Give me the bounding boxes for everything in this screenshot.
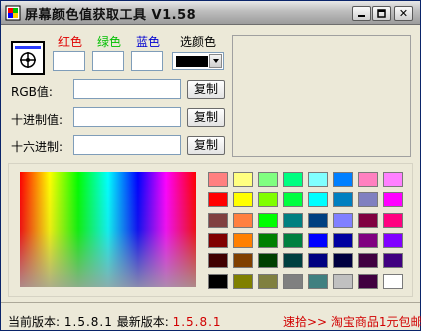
swatch-grid	[208, 172, 404, 290]
color-swatch[interactable]	[308, 253, 328, 269]
color-swatch[interactable]	[333, 273, 353, 289]
close-button[interactable]: ✕	[394, 6, 413, 21]
color-swatch[interactable]	[258, 212, 278, 228]
color-swatch[interactable]	[308, 232, 328, 248]
color-swatch[interactable]	[333, 192, 353, 208]
color-swatch[interactable]	[233, 232, 253, 248]
color-swatch[interactable]	[333, 253, 353, 269]
color-swatch[interactable]	[383, 212, 403, 228]
color-swatch[interactable]	[358, 273, 378, 289]
color-swatch[interactable]	[208, 232, 228, 248]
color-swatch[interactable]	[208, 273, 228, 289]
color-swatch[interactable]	[233, 253, 253, 269]
blue-value-field[interactable]	[131, 51, 163, 71]
copy-hex-button[interactable]: 复制	[187, 136, 225, 155]
color-swatch[interactable]	[258, 172, 278, 187]
decimal-label: 十进制值:	[11, 113, 64, 127]
color-spectrum[interactable]	[20, 172, 196, 287]
color-swatch[interactable]	[258, 232, 278, 248]
color-swatch[interactable]	[208, 192, 228, 208]
color-swatch[interactable]	[358, 172, 378, 187]
color-swatch[interactable]	[208, 172, 228, 187]
color-swatch[interactable]	[208, 212, 228, 228]
selected-color-swatch	[176, 56, 208, 67]
version-info: 当前版本: 1.5.8.1 最新版本: 1.5.8.1	[8, 313, 222, 330]
color-preview-panel	[232, 35, 411, 157]
color-swatch[interactable]	[233, 212, 253, 228]
color-swatch[interactable]	[208, 253, 228, 269]
latest-version-value: 1.5.8.1	[172, 315, 222, 329]
green-label: 绿色	[97, 35, 122, 49]
color-swatch[interactable]	[383, 273, 403, 289]
app-window: 屏幕颜色值获取工具 V1.58 ✕ 红色 绿色 蓝色 选颜色 RGB值: 复制 …	[0, 0, 421, 331]
color-swatch[interactable]	[333, 172, 353, 187]
rgb-value-field[interactable]	[73, 79, 181, 99]
window-title: 屏幕颜色值获取工具 V1.58	[25, 8, 197, 23]
latest-version-label: 最新版本:	[116, 315, 169, 329]
hex-label: 十六进制:	[11, 140, 64, 154]
color-swatch[interactable]	[358, 253, 378, 269]
copy-decimal-button[interactable]: 复制	[187, 108, 225, 127]
decimal-value-field[interactable]	[73, 107, 181, 127]
screen-picker-target[interactable]	[11, 41, 45, 75]
color-swatch[interactable]	[258, 253, 278, 269]
color-swatch[interactable]	[233, 192, 253, 208]
color-swatch[interactable]	[383, 172, 403, 187]
color-swatch[interactable]	[308, 172, 328, 187]
color-swatch[interactable]	[283, 232, 303, 248]
pick-color-label: 选颜色	[180, 35, 217, 49]
red-value-field[interactable]	[53, 51, 85, 71]
green-value-field[interactable]	[92, 51, 124, 71]
color-swatch[interactable]	[258, 273, 278, 289]
color-swatch[interactable]	[308, 212, 328, 228]
color-swatch[interactable]	[358, 212, 378, 228]
color-swatch[interactable]	[283, 172, 303, 187]
dropdown-button[interactable]	[209, 54, 222, 68]
color-swatch[interactable]	[258, 192, 278, 208]
color-swatch[interactable]	[233, 273, 253, 289]
color-swatch[interactable]	[308, 192, 328, 208]
color-swatch[interactable]	[358, 192, 378, 208]
close-icon: ✕	[398, 7, 409, 20]
color-swatch[interactable]	[383, 192, 403, 208]
hex-value-field[interactable]	[73, 135, 181, 155]
color-swatch[interactable]	[233, 172, 253, 187]
color-swatch[interactable]	[358, 232, 378, 248]
minimize-icon	[358, 15, 365, 17]
current-version-label: 当前版本:	[8, 315, 61, 329]
minimize-button[interactable]	[352, 6, 371, 21]
color-swatch[interactable]	[383, 253, 403, 269]
rgb-label: RGB值:	[11, 85, 53, 99]
crosshair-target-icon	[15, 46, 41, 68]
color-swatch[interactable]	[308, 273, 328, 289]
color-swatch[interactable]	[333, 212, 353, 228]
color-swatch[interactable]	[283, 192, 303, 208]
maximize-icon	[377, 9, 386, 18]
title-bar[interactable]: 屏幕颜色值获取工具 V1.58 ✕	[1, 1, 420, 25]
color-swatch[interactable]	[283, 273, 303, 289]
color-picker-app-icon	[5, 5, 21, 21]
maximize-button[interactable]	[372, 6, 391, 21]
promo-link[interactable]: 速拾>> 淘宝商品1元包邮	[283, 313, 421, 330]
color-swatch[interactable]	[283, 253, 303, 269]
blue-label: 蓝色	[136, 35, 161, 49]
color-swatch[interactable]	[283, 212, 303, 228]
color-select-dropdown[interactable]	[172, 52, 224, 70]
color-swatch[interactable]	[333, 232, 353, 248]
copy-rgb-button[interactable]: 复制	[187, 80, 225, 99]
chevron-down-icon	[212, 59, 219, 63]
red-label: 红色	[58, 35, 83, 49]
current-version-value: 1.5.8.1	[63, 315, 113, 329]
status-bar: 当前版本: 1.5.8.1 最新版本: 1.5.8.1 速拾>> 淘宝商品1元包…	[1, 302, 421, 330]
color-swatch[interactable]	[383, 232, 403, 248]
